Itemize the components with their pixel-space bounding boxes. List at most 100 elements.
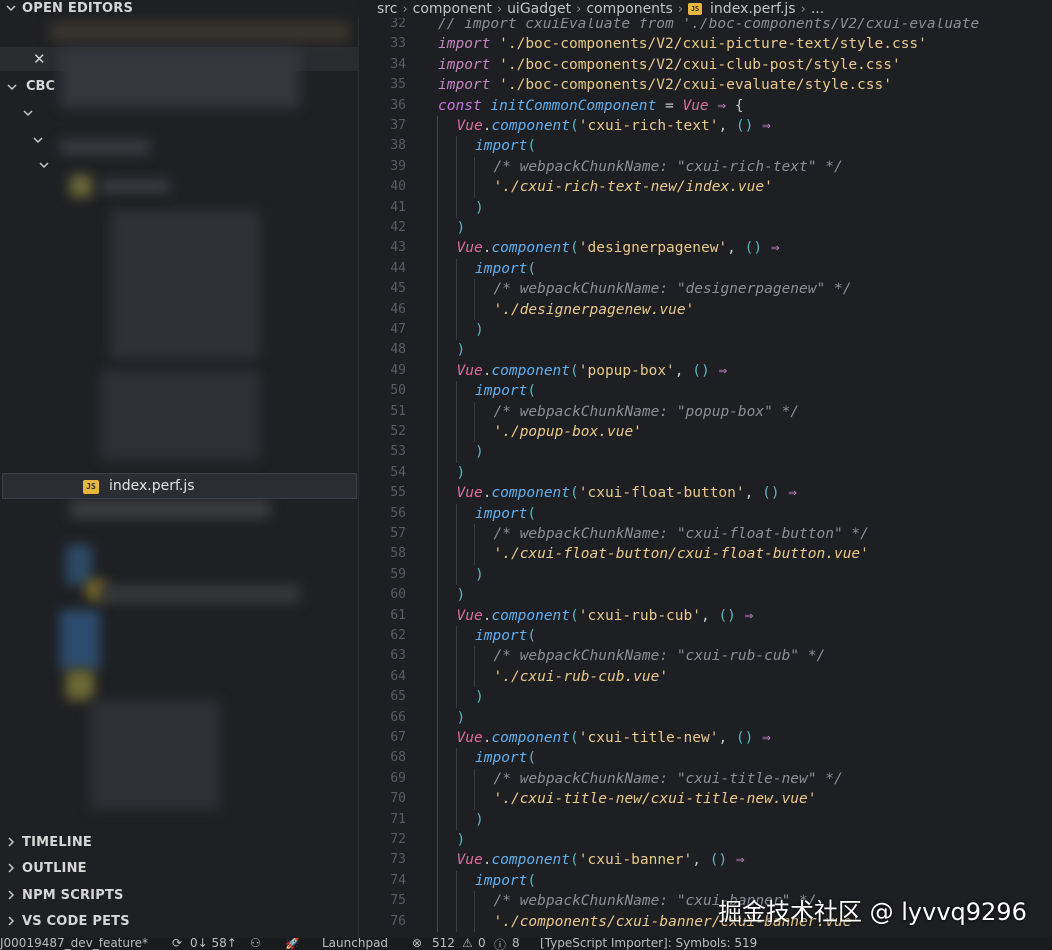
code-line[interactable]: 51 /* webpackChunkName: "popup-box" */ [358, 402, 1052, 422]
code-line[interactable]: 39 /* webpackChunkName: "cxui-rich-text" … [358, 157, 1052, 177]
line-number: 63 [390, 648, 406, 664]
code-line[interactable]: 57 /* webpackChunkName: "cxui-float-butto… [358, 524, 1052, 544]
line-number: 60 [390, 587, 406, 603]
code-line[interactable]: 44 import( [358, 259, 1052, 279]
chevron-down-icon[interactable] [38, 159, 50, 171]
code-line[interactable]: 61 Vue.component('cxui-rub-cub', () ⇒ [358, 606, 1052, 626]
outline-section-header[interactable]: OUTLINE [0, 856, 358, 880]
code-line[interactable]: 46 './designerpagenew.vue' [358, 300, 1052, 320]
breadcrumb-item[interactable]: component [413, 1, 492, 17]
code-line[interactable]: 52 './popup-box.vue' [358, 422, 1052, 442]
importer-status[interactable]: [TypeScript Importer]: Symbols: 519 [540, 938, 757, 950]
code-line[interactable]: 50 import( [358, 381, 1052, 401]
code-editor[interactable]: 32// import cxuiEvaluate from './boc-com… [358, 14, 1052, 938]
breadcrumb-item[interactable]: src [377, 1, 397, 17]
line-number: 36 [390, 97, 406, 113]
code-line[interactable]: 37 Vue.component('cxui-rich-text', () ⇒ [358, 116, 1052, 136]
warning-count[interactable]: 0 [478, 938, 486, 950]
code-line[interactable]: 67 Vue.component('cxui-title-new', () ⇒ [358, 728, 1052, 748]
breadcrumb-item[interactable]: index.perf.js [710, 1, 796, 17]
sync-icon[interactable]: ⟳ [172, 938, 182, 950]
code-line[interactable]: 70 './cxui-title-new/cxui-title-new.vue' [358, 789, 1052, 809]
branch-status[interactable]: J00019487_dev_feature* [0, 938, 148, 950]
chevron-down-icon[interactable] [6, 81, 18, 93]
code-text: import( [475, 259, 536, 279]
code-line[interactable]: 53) [358, 442, 1052, 462]
code-line[interactable]: 66) [358, 708, 1052, 728]
code-line[interactable]: 69 /* webpackChunkName: "cxui-title-new" … [358, 769, 1052, 789]
npm-scripts-section-header[interactable]: NPM SCRIPTS [0, 883, 358, 907]
code-token: './cxui-float-button/cxui-float-button.v… [493, 546, 869, 563]
code-line[interactable]: 47) [358, 320, 1052, 340]
code-line[interactable]: 71) [358, 810, 1052, 830]
code-text: ) [457, 830, 466, 850]
code-token: ) [456, 587, 466, 604]
code-text: import './boc-components/V2/cxui-picture… [438, 34, 927, 54]
line-number: 41 [390, 199, 406, 215]
code-token: ) [456, 832, 466, 848]
code-line[interactable]: 63 /* webpackChunkName: "cxui-rub-cub" */ [358, 646, 1052, 666]
code-text: Vue.component('cxui-banner', () ⇒ [457, 850, 745, 870]
line-number: 34 [390, 56, 406, 72]
chevron-right-icon [0, 862, 22, 874]
launchpad-status[interactable]: Launchpad [322, 938, 388, 950]
code-line[interactable]: 33 import './boc-components/V2/cxui-pictu… [358, 34, 1052, 54]
code-line[interactable]: 68 import( [358, 748, 1052, 768]
line-number: 66 [390, 709, 406, 725]
code-line[interactable]: 62 import( [358, 626, 1052, 646]
graph-icon[interactable]: ⚇ [250, 938, 261, 950]
workspace-folder-label[interactable]: CBC [26, 79, 55, 94]
code-line[interactable]: 59) [358, 565, 1052, 585]
close-icon[interactable]: ✕ [33, 50, 46, 68]
line-number: 38 [390, 138, 406, 154]
code-line[interactable]: 58 './cxui-float-button/cxui-float-button… [358, 544, 1052, 564]
code-line[interactable]: 74 import( [358, 871, 1052, 891]
active-file-row[interactable]: JS index.perf.js [2, 473, 357, 499]
code-line[interactable]: 42) [358, 218, 1052, 238]
chevron-down-icon[interactable] [22, 107, 34, 119]
code-line[interactable]: 56 import( [358, 504, 1052, 524]
line-number: 57 [390, 526, 406, 541]
code-line[interactable]: 65) [358, 687, 1052, 707]
code-text: Vue.component('cxui-rich-text', () ⇒ [457, 116, 771, 136]
code-token: /* webpackChunkName: "cxui-title-new" */ [493, 770, 843, 787]
code-line[interactable]: 60) [358, 585, 1052, 605]
code-line[interactable]: 49 Vue.component('popup-box', () ⇒ [358, 361, 1052, 381]
code-token: ( [570, 362, 579, 379]
code-line[interactable]: 72) [358, 830, 1052, 850]
breadcrumb-item[interactable]: uiGadget [507, 1, 571, 17]
code-line[interactable]: 34 import './boc-components/V2/cxui-club-… [358, 55, 1052, 75]
code-token: import [475, 505, 528, 522]
vscode-pets-section-header[interactable]: VS CODE PETS [0, 909, 358, 933]
code-line[interactable]: 55 Vue.component('cxui-float-button', () … [358, 483, 1052, 503]
code-line[interactable]: 54) [358, 463, 1052, 483]
code-line[interactable]: 48) [358, 340, 1052, 360]
code-token: initCommonComponent [490, 97, 657, 114]
open-editors-header[interactable]: OPEN EDITORS [0, 0, 358, 20]
breadcrumb-item[interactable]: ... [811, 1, 824, 17]
code-token: Vue [456, 240, 483, 257]
code-line[interactable]: 38 import( [358, 136, 1052, 156]
code-line[interactable]: 64 './cxui-rub-cub.vue' [358, 667, 1052, 687]
code-token: import [438, 36, 491, 53]
code-token: ( [527, 260, 537, 277]
code-text: /* webpackChunkName: "cxui-title-new" */ [494, 769, 843, 789]
code-line[interactable]: 73 Vue.component('cxui-banner', () ⇒ [358, 850, 1052, 870]
code-token: Vue [456, 118, 483, 134]
code-line[interactable]: 41) [358, 198, 1052, 218]
timeline-section-header[interactable]: TIMELINE [0, 830, 358, 854]
code-line[interactable]: 45 /* webpackChunkName: "designerpagenew"… [358, 279, 1052, 299]
code-line[interactable]: 36 const initCommonComponent = Vue ⇒ { [358, 96, 1052, 116]
breadcrumb-item[interactable]: components [586, 1, 673, 17]
code-line[interactable]: 40 './cxui-rich-text-new/index.vue' [358, 177, 1052, 197]
code-line[interactable]: 43 Vue.component('designerpagenew', () ⇒ [358, 238, 1052, 258]
sync-status[interactable]: 0↓ 58↑ [190, 938, 237, 950]
code-line[interactable]: 35 import './boc-components/V2/cxui-evalu… [358, 75, 1052, 95]
line-number: 53 [390, 444, 406, 460]
error-count[interactable]: 512 [432, 938, 455, 950]
info-count[interactable]: 8 [512, 938, 520, 950]
code-token: Vue [456, 485, 483, 502]
chevron-down-icon[interactable] [32, 134, 44, 146]
code-token: // import cxuiEvaluate from './boc-compo… [438, 16, 980, 32]
